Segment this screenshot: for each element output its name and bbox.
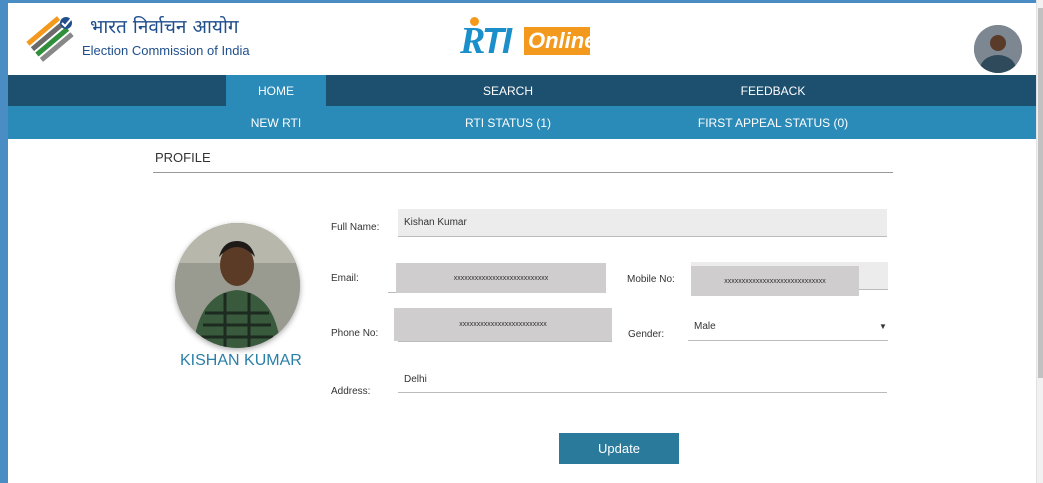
mobile-label: Mobile No: (627, 274, 675, 285)
phone-label: Phone No: (331, 328, 379, 339)
full-name-label: Full Name: (331, 222, 380, 233)
secondary-nav: NEW RTI RTI STATUS (1) FIRST APPEAL STAT… (8, 106, 1036, 139)
nav-feedback[interactable]: FEEDBACK (693, 75, 853, 106)
page-scrollbar[interactable] (1036, 0, 1043, 483)
nav-search[interactable]: SEARCH (428, 75, 588, 106)
email-redacted-value: xxxxxxxxxxxxxxxxxxxxxxxxxxx (396, 263, 606, 293)
eci-logo-icon (22, 13, 78, 65)
chevron-down-icon[interactable]: ▼ (879, 322, 887, 331)
gender-select[interactable]: Male (688, 312, 888, 341)
site-header: भारत निर्वाचन आयोग Election Commission o… (8, 3, 1036, 75)
title-divider (153, 172, 893, 173)
email-label: Email: (331, 273, 359, 284)
address-label: Address: (331, 386, 371, 397)
primary-nav: HOME SEARCH FEEDBACK (8, 75, 1036, 106)
page-title: PROFILE (155, 150, 211, 165)
address-field[interactable]: Delhi (398, 367, 887, 393)
nav-home[interactable]: HOME (226, 75, 326, 106)
org-name-english: Election Commission of India (82, 43, 250, 58)
profile-photo[interactable] (175, 223, 300, 348)
nav-new-rti[interactable]: NEW RTI (226, 106, 326, 139)
org-name-hindi: भारत निर्वाचन आयोग (90, 16, 239, 38)
rti-online-logo[interactable]: R TI Online (460, 17, 600, 61)
user-avatar[interactable] (974, 25, 1022, 73)
window-left-border (0, 0, 8, 483)
phone-redacted-value: xxxxxxxxxxxxxxxxxxxxxxxxx (394, 308, 612, 341)
nav-first-appeal-status[interactable]: FIRST APPEAL STATUS (0) (668, 106, 878, 139)
logo-online-badge: Online (524, 27, 596, 55)
logo-letters-ti: TI (482, 20, 512, 61)
nav-rti-status[interactable]: RTI STATUS (1) (428, 106, 588, 139)
gender-label: Gender: (628, 329, 665, 340)
update-button[interactable]: Update (559, 433, 679, 464)
profile-display-name: KISHAN KUMAR (180, 352, 302, 369)
mobile-redacted-value: xxxxxxxxxxxxxxxxxxxxxxxxxxxxx (691, 266, 859, 296)
full-name-field[interactable]: Kishan Kumar (398, 209, 887, 237)
scrollbar-thumb[interactable] (1038, 8, 1043, 378)
